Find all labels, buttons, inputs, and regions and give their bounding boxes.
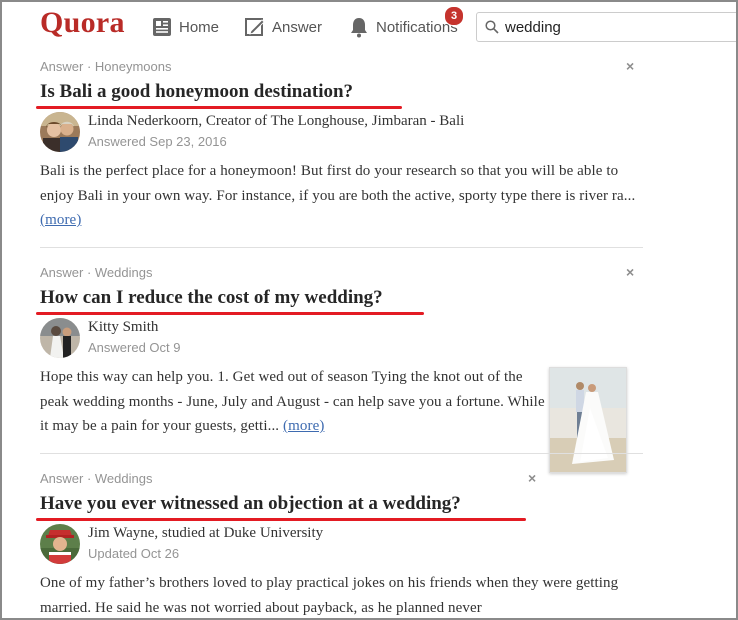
question-title[interactable]: Have you ever witnessed an objection at … bbox=[36, 492, 526, 521]
search-box[interactable] bbox=[476, 12, 736, 42]
dismiss-story-button[interactable]: × bbox=[626, 264, 634, 280]
answer-preview[interactable]: One of my father’s brothers loved to pla… bbox=[40, 571, 643, 618]
more-link[interactable]: (more) bbox=[283, 418, 324, 434]
bell-icon bbox=[349, 16, 369, 38]
dismiss-story-button[interactable]: × bbox=[626, 58, 634, 74]
notification-count-badge: 3 bbox=[444, 6, 464, 26]
search-input[interactable] bbox=[505, 18, 725, 36]
home-feed-icon bbox=[152, 17, 172, 37]
dismiss-story-button[interactable]: × bbox=[528, 470, 536, 486]
story-meta: Answer · Weddings bbox=[40, 265, 153, 280]
author-name[interactable]: Kitty Smith bbox=[88, 318, 181, 337]
feed-story: Answer · Weddings × Have you ever witnes… bbox=[36, 470, 643, 618]
author-name[interactable]: Linda Nederkoorn, Creator of The Longhou… bbox=[88, 112, 464, 131]
red-underline-annotation bbox=[36, 106, 402, 109]
avatar[interactable] bbox=[40, 112, 80, 152]
answer-preview-text: One of my father’s brothers loved to pla… bbox=[40, 575, 619, 616]
question-title-text: Is Bali a good honeymoon destination? bbox=[40, 81, 354, 102]
answer-author: Linda Nederkoorn, Creator of The Longhou… bbox=[40, 112, 643, 152]
story-divider bbox=[40, 247, 643, 248]
question-title[interactable]: Is Bali a good honeymoon destination? bbox=[36, 80, 402, 109]
story-meta: Answer · Weddings bbox=[40, 471, 153, 486]
nav-answer-label: Answer bbox=[272, 18, 323, 36]
answer-date[interactable]: Answered Oct 9 bbox=[88, 340, 181, 356]
answer-date[interactable]: Answered Sep 23, 2016 bbox=[88, 134, 464, 150]
pencil-icon bbox=[245, 17, 265, 37]
answer-author: Jim Wayne, studied at Duke University Up… bbox=[40, 524, 643, 564]
red-underline-annotation bbox=[36, 312, 424, 315]
quora-window: Quora Home Answer Notifications 3 weddin… bbox=[0, 0, 738, 620]
nav-notifications[interactable]: Notifications 3 bbox=[349, 6, 464, 39]
avatar[interactable] bbox=[40, 524, 80, 564]
nav-answer[interactable]: Answer bbox=[245, 15, 322, 39]
author-name[interactable]: Jim Wayne, studied at Duke University bbox=[88, 524, 323, 543]
answer-preview[interactable]: Hope this way can help you. 1. Get wed o… bbox=[40, 365, 545, 439]
answer-preview-text: Bali is the perfect place for a honeymoo… bbox=[40, 163, 636, 204]
question-title-text: How can I reduce the cost of my wedding? bbox=[40, 287, 383, 308]
question-title[interactable]: How can I reduce the cost of my wedding? bbox=[36, 286, 424, 315]
story-meta: Answer · Honeymoons bbox=[40, 59, 172, 74]
top-nav-bar: Quora Home Answer Notifications 3 weddin… bbox=[2, 2, 736, 52]
story-divider bbox=[40, 453, 643, 454]
nav-home[interactable]: Home bbox=[152, 15, 219, 39]
answer-date[interactable]: Updated Oct 26 bbox=[88, 546, 323, 562]
more-link[interactable]: (more) bbox=[40, 212, 81, 228]
search-icon bbox=[485, 20, 499, 34]
question-title-text: Have you ever witnessed an objection at … bbox=[40, 493, 461, 514]
quora-logo[interactable]: Quora bbox=[40, 6, 125, 40]
answer-preview[interactable]: Bali is the perfect place for a honeymoo… bbox=[40, 159, 643, 233]
answer-thumbnail-image[interactable] bbox=[549, 367, 627, 473]
nav-home-label: Home bbox=[179, 18, 220, 36]
red-underline-annotation bbox=[36, 518, 526, 521]
answer-author: Kitty Smith Answered Oct 9 bbox=[40, 318, 643, 358]
feed-story: Answer · Honeymoons × Is Bali a good hon… bbox=[36, 58, 643, 233]
avatar[interactable] bbox=[40, 318, 80, 358]
